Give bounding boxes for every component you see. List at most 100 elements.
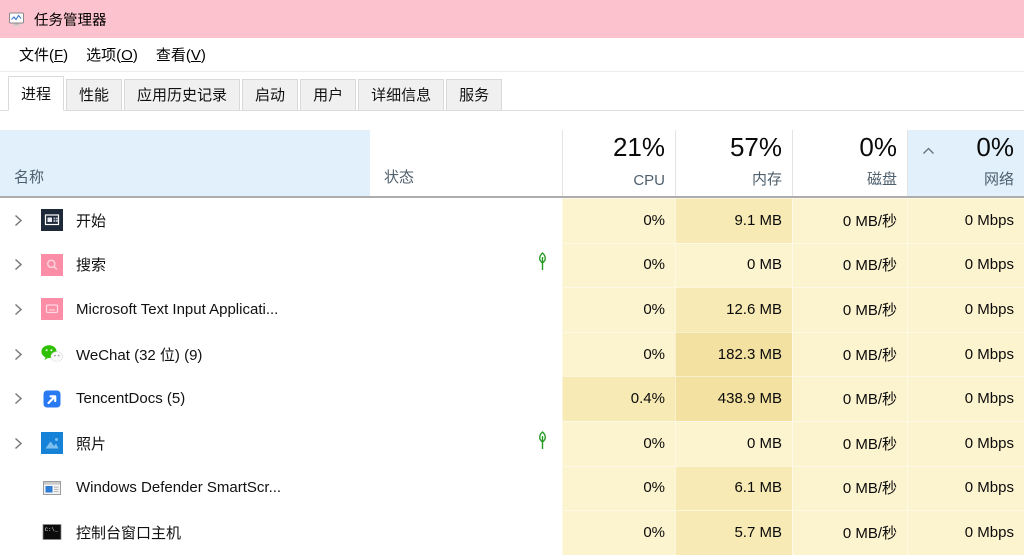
- process-row[interactable]: Microsoft Text Input Applicati... 0% 12.…: [0, 287, 1024, 332]
- process-row[interactable]: TencentDocs (5) 0.4% 438.9 MB 0 MB/秒 0 M…: [0, 376, 1024, 421]
- network-value: 0 Mbps: [907, 421, 1024, 466]
- tab-details[interactable]: 详细信息: [358, 79, 444, 110]
- expand-chevron-icon[interactable]: [14, 258, 28, 271]
- search-app-icon: [40, 254, 64, 276]
- status-cell: [370, 198, 562, 243]
- process-list: 开始 0% 9.1 MB 0 MB/秒 0 Mbps 搜索 0% 0 MB 0 …: [0, 198, 1024, 555]
- expand-chevron-icon[interactable]: [14, 214, 28, 227]
- network-value: 0 Mbps: [907, 198, 1024, 243]
- network-value: 0 Mbps: [907, 466, 1024, 511]
- tab-performance[interactable]: 性能: [66, 79, 122, 110]
- menu-view[interactable]: 查看(V): [147, 40, 215, 69]
- process-name-cell: 搜索: [0, 243, 370, 288]
- process-name-cell: Microsoft Text Input Applicati...: [0, 287, 370, 332]
- tab-strip: 进程 性能 应用历史记录 启动 用户 详细信息 服务: [0, 72, 1024, 111]
- cpu-value: 0%: [562, 287, 675, 332]
- defender-app-icon: [40, 477, 64, 499]
- column-header-status[interactable]: 状态: [370, 130, 562, 196]
- cpu-value: 0%: [562, 421, 675, 466]
- memory-value: 0 MB: [675, 421, 792, 466]
- tab-services[interactable]: 服务: [446, 79, 502, 110]
- content-gap: [0, 111, 1024, 130]
- process-row[interactable]: Windows Defender SmartScr... 0% 6.1 MB 0…: [0, 466, 1024, 511]
- svg-text:C:\_: C:\_: [45, 526, 59, 533]
- process-row[interactable]: 照片 0% 0 MB 0 MB/秒 0 Mbps: [0, 421, 1024, 466]
- disk-value: 0 MB/秒: [792, 510, 907, 555]
- process-row[interactable]: C:\_ 控制台窗口主机 0% 5.7 MB 0 MB/秒 0 Mbps: [0, 510, 1024, 555]
- cpu-value: 0%: [562, 198, 675, 243]
- disk-value: 0 MB/秒: [792, 198, 907, 243]
- expand-chevron-icon[interactable]: [14, 392, 28, 405]
- memory-value: 0 MB: [675, 243, 792, 288]
- network-value: 0 Mbps: [907, 287, 1024, 332]
- wechat-app-icon: [40, 343, 64, 365]
- cpu-value: 0%: [562, 510, 675, 555]
- sort-ascending-icon: [922, 142, 935, 160]
- process-row[interactable]: 搜索 0% 0 MB 0 MB/秒 0 Mbps: [0, 243, 1024, 288]
- memory-value: 9.1 MB: [675, 198, 792, 243]
- cpu-value: 0.4%: [562, 376, 675, 421]
- network-value: 0 Mbps: [907, 243, 1024, 288]
- status-cell: [370, 510, 562, 555]
- disk-value: 0 MB/秒: [792, 243, 907, 288]
- status-cell: [370, 421, 562, 466]
- network-value: 0 Mbps: [907, 376, 1024, 421]
- cpu-total: 21%: [613, 133, 665, 172]
- column-header-memory[interactable]: 57% 内存: [675, 130, 792, 196]
- tab-app-history[interactable]: 应用历史记录: [124, 79, 240, 110]
- task-manager-icon: [8, 10, 28, 28]
- expand-chevron-icon[interactable]: [14, 348, 28, 361]
- network-value: 0 Mbps: [907, 332, 1024, 377]
- tab-processes[interactable]: 进程: [8, 76, 64, 111]
- process-name-cell: Windows Defender SmartScr...: [0, 466, 370, 511]
- column-header-name[interactable]: 名称: [0, 130, 370, 196]
- process-name-cell: WeChat (32 位) (9): [0, 332, 370, 377]
- process-name-cell: 照片: [0, 421, 370, 466]
- network-total: 0%: [976, 133, 1014, 168]
- cpu-value: 0%: [562, 332, 675, 377]
- status-cell: [370, 376, 562, 421]
- tab-startup[interactable]: 启动: [242, 79, 298, 110]
- column-header-row: 名称 状态 21% CPU 57% 内存 0% 磁盘 0% 网络: [0, 130, 1024, 198]
- tencentdocs-app-icon: [40, 388, 64, 410]
- window-title: 任务管理器: [34, 9, 107, 30]
- photos-app-icon: [40, 432, 64, 454]
- process-name: WeChat (32 位) (9): [76, 344, 202, 365]
- process-row[interactable]: WeChat (32 位) (9) 0% 182.3 MB 0 MB/秒 0 M…: [0, 332, 1024, 377]
- process-name: 搜索: [76, 254, 106, 275]
- menu-options[interactable]: 选项(O): [77, 40, 147, 69]
- process-row[interactable]: 开始 0% 9.1 MB 0 MB/秒 0 Mbps: [0, 198, 1024, 243]
- cpu-value: 0%: [562, 466, 675, 511]
- start-app-icon: [40, 209, 64, 231]
- network-value: 0 Mbps: [907, 510, 1024, 555]
- disk-value: 0 MB/秒: [792, 332, 907, 377]
- title-bar: 任务管理器: [0, 0, 1024, 38]
- process-name: 照片: [76, 433, 106, 454]
- suspended-leaf-icon: [535, 250, 550, 279]
- disk-value: 0 MB/秒: [792, 376, 907, 421]
- column-header-disk[interactable]: 0% 磁盘: [792, 130, 907, 196]
- process-name-cell: TencentDocs (5): [0, 376, 370, 421]
- tab-users[interactable]: 用户: [300, 79, 356, 110]
- disk-value: 0 MB/秒: [792, 466, 907, 511]
- disk-value: 0 MB/秒: [792, 421, 907, 466]
- process-name-cell: C:\_ 控制台窗口主机: [0, 510, 370, 555]
- status-cell: [370, 332, 562, 377]
- process-name: 控制台窗口主机: [76, 522, 181, 543]
- suspended-leaf-icon: [535, 429, 550, 458]
- expand-chevron-icon[interactable]: [14, 437, 28, 450]
- column-header-network[interactable]: 0% 网络: [907, 130, 1024, 196]
- menu-file[interactable]: 文件(F): [10, 40, 77, 69]
- expand-chevron-icon[interactable]: [14, 303, 28, 316]
- column-header-cpu[interactable]: 21% CPU: [562, 130, 675, 196]
- memory-value: 182.3 MB: [675, 332, 792, 377]
- disk-total: 0%: [859, 133, 897, 168]
- process-name: 开始: [76, 210, 106, 231]
- memory-value: 5.7 MB: [675, 510, 792, 555]
- status-cell: [370, 466, 562, 511]
- memory-value: 6.1 MB: [675, 466, 792, 511]
- process-name: TencentDocs (5): [76, 390, 185, 407]
- process-name-cell: 开始: [0, 198, 370, 243]
- menu-bar: 文件(F) 选项(O) 查看(V): [0, 38, 1024, 72]
- textinput-app-icon: [40, 298, 64, 320]
